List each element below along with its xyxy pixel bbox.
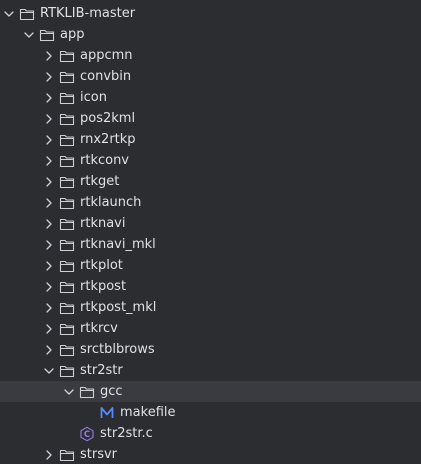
folder-icon	[59, 195, 75, 211]
tree-folder-row[interactable]: rtklaunch	[0, 192, 421, 213]
tree-item-label: rtkpost_mkl	[80, 300, 157, 315]
folder-icon	[59, 237, 75, 253]
tree-item-label: str2str.c	[100, 426, 153, 441]
tree-folder-row[interactable]: str2str	[0, 360, 421, 381]
folder-icon	[59, 216, 75, 232]
chevron-right-icon[interactable]	[41, 195, 57, 211]
tree-item-label: pos2kml	[80, 111, 136, 126]
tree-item-label: icon	[80, 90, 107, 105]
chevron-right-icon[interactable]	[41, 342, 57, 358]
chevron-down-icon[interactable]	[21, 27, 37, 43]
tree-item-label: makefile	[120, 405, 176, 420]
tree-file-row[interactable]: Cstr2str.c	[0, 423, 421, 444]
tree-item-label: rtkget	[80, 174, 120, 189]
tree-folder-row[interactable]: rtkconv	[0, 150, 421, 171]
tree-item-label: strsvr	[80, 447, 118, 462]
tree-item-label: app	[60, 27, 85, 42]
chevron-down-icon[interactable]	[61, 384, 77, 400]
folder-icon	[59, 363, 75, 379]
tree-folder-row[interactable]: strsvr	[0, 444, 421, 464]
tree-folder-row[interactable]: convbin	[0, 66, 421, 87]
tree-folder-row[interactable]: rtkpost	[0, 276, 421, 297]
tree-folder-row[interactable]: rtkrcv	[0, 318, 421, 339]
tree-folder-row[interactable]: icon	[0, 87, 421, 108]
folder-icon	[59, 90, 75, 106]
tree-folder-row[interactable]: rtkplot	[0, 255, 421, 276]
tree-file-row[interactable]: makefile	[0, 402, 421, 423]
chevron-down-icon[interactable]	[1, 6, 17, 22]
tree-folder-row[interactable]: rtkget	[0, 171, 421, 192]
tree-item-label: rtklaunch	[80, 195, 142, 210]
tree-item-label: rnx2rtkp	[80, 132, 136, 147]
tree-item-label: srctblbrows	[80, 342, 155, 357]
folder-icon	[59, 48, 75, 64]
folder-icon	[59, 300, 75, 316]
folder-icon	[59, 153, 75, 169]
folder-icon	[59, 321, 75, 337]
tree-item-label: rtkplot	[80, 258, 123, 273]
tree-folder-row[interactable]: rnx2rtkp	[0, 129, 421, 150]
folder-icon	[79, 384, 95, 400]
tree-folder-row[interactable]: pos2kml	[0, 108, 421, 129]
tree-item-label: appcmn	[80, 48, 133, 63]
folder-icon	[59, 279, 75, 295]
tree-item-label: rtkrcv	[80, 321, 118, 336]
chevron-right-icon[interactable]	[41, 132, 57, 148]
tree-item-label: rtkconv	[80, 153, 130, 168]
tree-item-label: convbin	[80, 69, 132, 84]
chevron-right-icon[interactable]	[41, 258, 57, 274]
folder-icon	[39, 27, 55, 43]
tree-item-label: gcc	[100, 384, 123, 399]
tree-folder-row[interactable]: rtknavi	[0, 213, 421, 234]
tree-folder-row[interactable]: appcmn	[0, 45, 421, 66]
tree-folder-row[interactable]: rtknavi_mkl	[0, 234, 421, 255]
chevron-right-icon[interactable]	[41, 300, 57, 316]
chevron-right-icon[interactable]	[41, 69, 57, 85]
folder-icon	[59, 132, 75, 148]
chevron-right-icon[interactable]	[41, 216, 57, 232]
tree-item-label: rtknavi_mkl	[80, 237, 156, 252]
folder-icon	[59, 258, 75, 274]
chevron-right-icon[interactable]	[41, 153, 57, 169]
tree-item-label: rtkpost	[80, 279, 127, 294]
chevron-right-icon[interactable]	[41, 279, 57, 295]
c-file-icon: C	[79, 426, 95, 442]
folder-icon	[19, 6, 35, 22]
tree-folder-row[interactable]: rtkpost_mkl	[0, 297, 421, 318]
chevron-right-icon[interactable]	[41, 447, 57, 463]
tree-folder-row[interactable]: app	[0, 24, 421, 45]
chevron-right-icon[interactable]	[41, 90, 57, 106]
svg-text:C: C	[84, 430, 90, 440]
chevron-right-icon[interactable]	[41, 111, 57, 127]
chevron-down-icon[interactable]	[41, 363, 57, 379]
chevron-right-icon[interactable]	[41, 174, 57, 190]
tree-folder-row[interactable]: srctblbrows	[0, 339, 421, 360]
makefile-icon	[99, 405, 115, 421]
folder-icon	[59, 447, 75, 463]
tree-item-label: RTKLIB-master	[40, 6, 136, 21]
chevron-right-icon[interactable]	[41, 48, 57, 64]
project-tree: RTKLIB-master app appcmn convbin icon pos2kml…	[0, 0, 421, 464]
chevron-right-icon[interactable]	[41, 237, 57, 253]
tree-item-label: str2str	[80, 363, 123, 378]
folder-icon	[59, 174, 75, 190]
folder-icon	[59, 111, 75, 127]
chevron-right-icon[interactable]	[41, 321, 57, 337]
tree-item-label: rtknavi	[80, 216, 126, 231]
folder-icon	[59, 69, 75, 85]
tree-folder-row[interactable]: RTKLIB-master	[0, 3, 421, 24]
folder-icon	[59, 342, 75, 358]
tree-folder-row[interactable]: gcc	[0, 381, 421, 402]
